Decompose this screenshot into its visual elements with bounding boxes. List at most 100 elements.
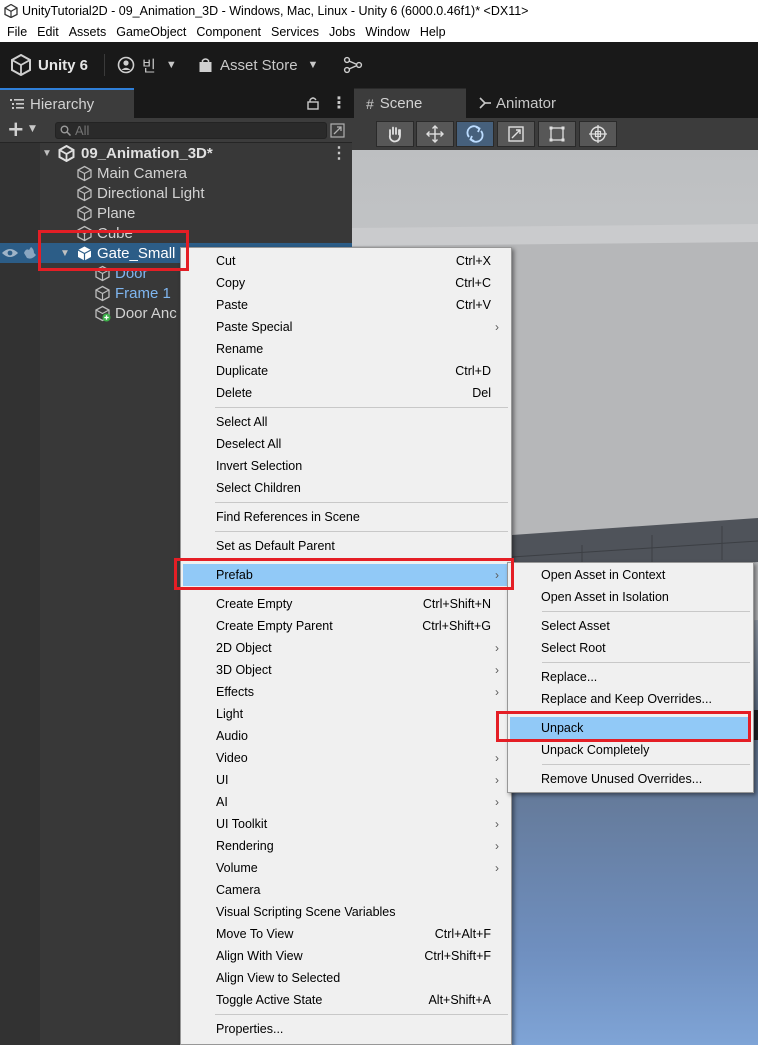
chevron-down-icon[interactable]: ▼ xyxy=(29,124,36,134)
menu-item-ui[interactable]: UI › xyxy=(183,769,509,791)
menu-item-ui-toolkit[interactable]: UI Toolkit › xyxy=(183,813,509,835)
menu-item-label: Select All xyxy=(216,415,268,429)
menu-window[interactable]: Window xyxy=(360,25,414,39)
menu-assets[interactable]: Assets xyxy=(64,25,112,39)
menu-item-deselect-all[interactable]: Deselect All xyxy=(183,433,509,455)
asset-store-label: Asset Store xyxy=(220,56,298,74)
menu-item-label: Align With View xyxy=(216,949,303,963)
animator-tab-label: Animator xyxy=(496,94,557,112)
transform-tool-button[interactable] xyxy=(579,121,617,147)
menu-services[interactable]: Services xyxy=(266,25,324,39)
menu-item-cut[interactable]: Cut Ctrl+X xyxy=(183,250,509,272)
rect-tool-button[interactable] xyxy=(538,121,576,147)
submenu-item-unpack[interactable]: Unpack xyxy=(510,717,751,739)
menu-component[interactable]: Component xyxy=(191,25,266,39)
menu-item-visual-scripting-scene-variables[interactable]: Visual Scripting Scene Variables xyxy=(183,901,509,923)
menu-item-align-view-to-selected[interactable]: Align View to Selected xyxy=(183,967,509,989)
chevron-down-icon: ▼ xyxy=(165,59,177,71)
menu-item-prefab[interactable]: Prefab › xyxy=(183,564,509,586)
menu-item-copy[interactable]: Copy Ctrl+C xyxy=(183,272,509,294)
submenu-item-remove-unused-overrides[interactable]: Remove Unused Overrides... xyxy=(510,768,751,790)
search-options-icon[interactable] xyxy=(330,123,345,138)
move-arrows-icon xyxy=(426,125,444,143)
hierarchy-item-directional-light[interactable]: Directional Light xyxy=(0,183,352,203)
hierarchy-item-main-camera[interactable]: Main Camera xyxy=(0,163,352,183)
menu-item-label: Toggle Active State xyxy=(216,993,323,1007)
chevron-right-icon: › xyxy=(495,568,499,582)
menu-item-volume[interactable]: Volume › xyxy=(183,857,509,879)
menu-item-3d-object[interactable]: 3D Object › xyxy=(183,659,509,681)
submenu-item-open-asset-in-isolation[interactable]: Open Asset in Isolation xyxy=(510,586,751,608)
submenu-item-replace[interactable]: Replace... xyxy=(510,666,751,688)
asset-store-button[interactable]: Asset Store ▼ xyxy=(198,52,318,78)
hierarchy-item-plane[interactable]: Plane xyxy=(0,203,352,223)
menu-item-find-references-in-scene[interactable]: Find References in Scene xyxy=(183,506,509,528)
menu-item-toggle-active-state[interactable]: Toggle Active State Alt+Shift+A xyxy=(183,989,509,1011)
menu-item-2d-object[interactable]: 2D Object › xyxy=(183,637,509,659)
search-input[interactable] xyxy=(75,123,315,138)
tab-hierarchy[interactable]: Hierarchy xyxy=(0,88,134,118)
version-control-icon xyxy=(343,56,363,74)
submenu-item-select-asset[interactable]: Select Asset xyxy=(510,615,751,637)
menu-item-rename[interactable]: Rename xyxy=(183,338,509,360)
hierarchy-item-cube[interactable]: Cube xyxy=(0,223,352,243)
hierarchy-item-label: Door xyxy=(115,264,148,282)
expand-arrow-icon[interactable]: ▼ xyxy=(60,248,70,259)
menu-item-move-to-view[interactable]: Move To View Ctrl+Alt+F xyxy=(183,923,509,945)
menu-item-delete[interactable]: Delete Del xyxy=(183,382,509,404)
pick-hand-icon[interactable] xyxy=(22,246,38,260)
menu-item-camera[interactable]: Camera xyxy=(183,879,509,901)
menu-item-set-as-default-parent[interactable]: Set as Default Parent xyxy=(183,535,509,557)
tab-scene[interactable]: # Scene xyxy=(354,88,466,118)
lock-icon[interactable] xyxy=(307,96,319,110)
menu-separator xyxy=(215,502,508,503)
menu-item-align-with-view[interactable]: Align With View Ctrl+Shift+F xyxy=(183,945,509,967)
submenu-item-unpack-completely[interactable]: Unpack Completely xyxy=(510,739,751,761)
version-control-button[interactable] xyxy=(343,52,363,78)
eye-icon[interactable] xyxy=(1,247,19,259)
prefab-cube-icon xyxy=(77,246,92,260)
menu-item-duplicate[interactable]: Duplicate Ctrl+D xyxy=(183,360,509,382)
menu-jobs[interactable]: Jobs xyxy=(324,25,360,39)
menu-item-create-empty[interactable]: Create Empty Ctrl+Shift+N xyxy=(183,593,509,615)
scale-icon xyxy=(508,126,524,142)
rect-transform-icon xyxy=(549,126,565,142)
menu-item-properties[interactable]: Properties... xyxy=(183,1018,509,1040)
tab-animator[interactable]: Animator xyxy=(478,88,556,118)
hand-tool-button[interactable] xyxy=(376,121,414,147)
menu-edit[interactable]: Edit xyxy=(32,25,64,39)
submenu-item-replace-and-keep-overrides[interactable]: Replace and Keep Overrides... xyxy=(510,688,751,710)
menu-item-invert-selection[interactable]: Invert Selection xyxy=(183,455,509,477)
scene-root-row[interactable]: ▼ 09_Animation_3D* ⋮ xyxy=(0,143,352,163)
menu-file[interactable]: File xyxy=(2,25,32,39)
expand-arrow-icon[interactable]: ▼ xyxy=(42,148,52,159)
submenu-item-open-asset-in-context[interactable]: Open Asset in Context xyxy=(510,564,751,586)
menu-item-label: Select Asset xyxy=(541,619,610,633)
menu-item-paste-special[interactable]: Paste Special › xyxy=(183,316,509,338)
menu-item-ai[interactable]: AI › xyxy=(183,791,509,813)
search-box[interactable] xyxy=(55,122,327,139)
menu-item-shortcut: Del xyxy=(472,386,491,400)
menu-item-rendering[interactable]: Rendering › xyxy=(183,835,509,857)
account-button[interactable]: 빈 ▼ xyxy=(117,52,177,78)
submenu-item-select-root[interactable]: Select Root xyxy=(510,637,751,659)
menu-item-create-empty-parent[interactable]: Create Empty Parent Ctrl+Shift+G xyxy=(183,615,509,637)
add-icon[interactable]: + xyxy=(7,117,25,141)
menu-gameobject[interactable]: GameObject xyxy=(111,25,191,39)
scene-menu-icon[interactable]: ⋮ xyxy=(331,143,347,163)
unity-version-button[interactable]: Unity 6 xyxy=(10,52,88,78)
menu-item-video[interactable]: Video › xyxy=(183,747,509,769)
rotate-tool-button[interactable] xyxy=(456,121,494,147)
menu-item-select-children[interactable]: Select Children xyxy=(183,477,509,499)
menu-item-select-all[interactable]: Select All xyxy=(183,411,509,433)
move-tool-button[interactable] xyxy=(416,121,454,147)
panel-menu-icon[interactable]: ⋮ xyxy=(331,93,347,112)
hierarchy-search-row: + ▼ xyxy=(0,117,352,143)
menu-item-effects[interactable]: Effects › xyxy=(183,681,509,703)
menu-item-light[interactable]: Light xyxy=(183,703,509,725)
menu-help[interactable]: Help xyxy=(415,25,451,39)
menu-item-audio[interactable]: Audio xyxy=(183,725,509,747)
menu-item-shortcut: Ctrl+Alt+F xyxy=(434,927,491,941)
scale-tool-button[interactable] xyxy=(497,121,535,147)
menu-item-paste[interactable]: Paste Ctrl+V xyxy=(183,294,509,316)
